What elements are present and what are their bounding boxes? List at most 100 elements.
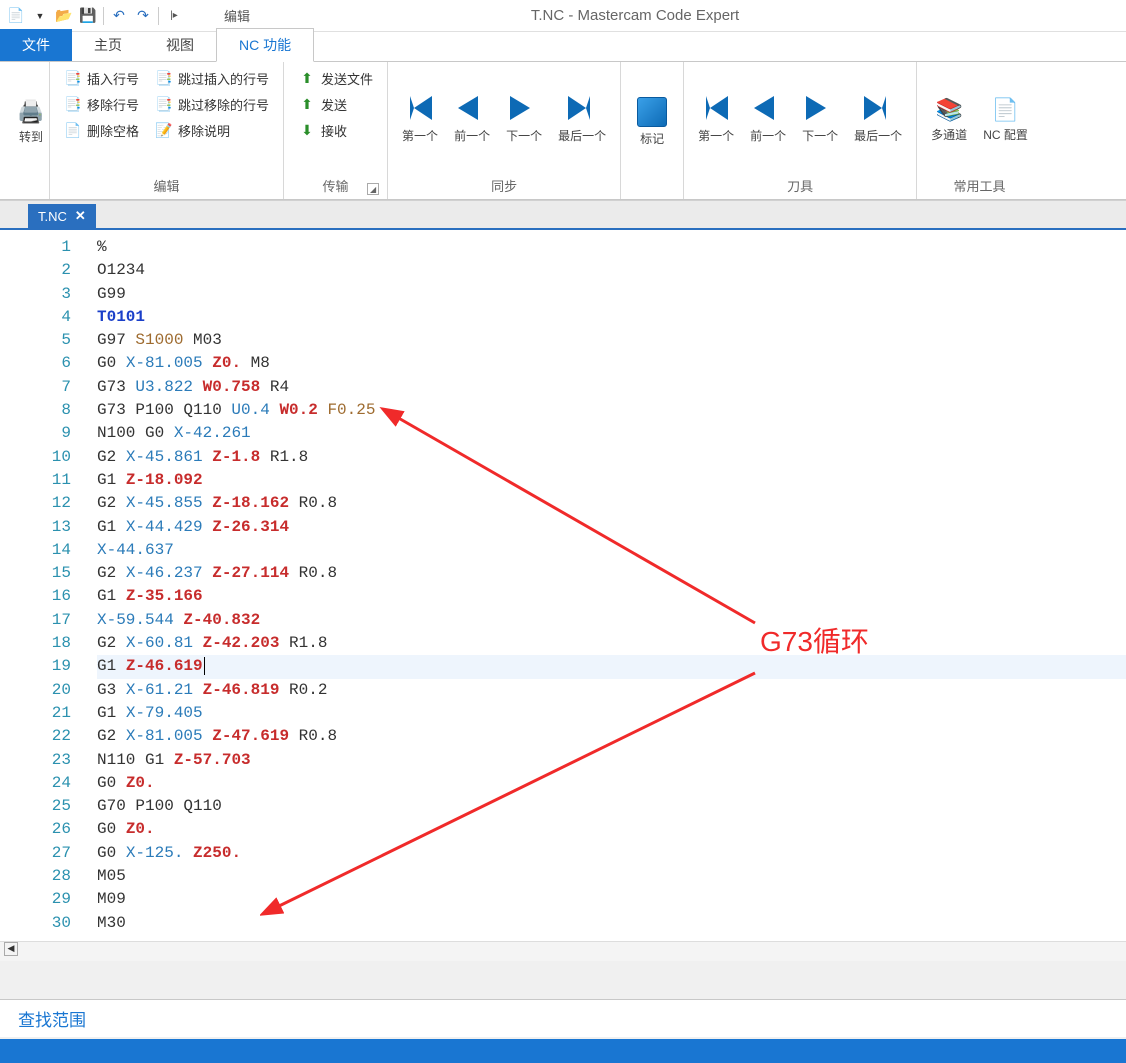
flag-icon bbox=[637, 97, 667, 127]
scroll-left-icon[interactable]: ◀ bbox=[4, 942, 18, 956]
sync-last-button[interactable]: 最后一个 bbox=[552, 66, 612, 174]
first-icon bbox=[406, 96, 434, 124]
code-line[interactable]: N100 G0 X-42.261 bbox=[97, 422, 1126, 445]
mark-button[interactable]: 标记 bbox=[629, 66, 675, 178]
line-number: 30 bbox=[0, 912, 71, 935]
find-panel[interactable]: 查找范围 bbox=[0, 999, 1126, 1037]
remove-description-button[interactable]: 📝移除说明 bbox=[149, 118, 275, 143]
code-line[interactable]: % bbox=[97, 236, 1126, 259]
code-line[interactable]: G2 X-45.861 Z-1.8 R1.8 bbox=[97, 446, 1126, 469]
code-line[interactable]: G1 Z-18.092 bbox=[97, 469, 1126, 492]
code-line[interactable]: G97 S1000 M03 bbox=[97, 329, 1126, 352]
remove-line-number-button[interactable]: 📑移除行号 bbox=[58, 92, 145, 117]
skip-inserted-line-button[interactable]: 📑跳过插入的行号 bbox=[149, 66, 275, 91]
line-number: 13 bbox=[0, 516, 71, 539]
code-line[interactable]: G73 U3.822 W0.758 R4 bbox=[97, 376, 1126, 399]
ribbon-group-mark: 标记 bbox=[621, 62, 684, 199]
quick-access-toolbar: 📄 ▼ 📂 💾 ↶ ↷ |▸ 编辑 T.NC - Mastercam Code … bbox=[0, 0, 1126, 32]
group-label-edit: 编辑 bbox=[58, 174, 275, 197]
code-line[interactable]: G1 X-79.405 bbox=[97, 702, 1126, 725]
line-number: 27 bbox=[0, 842, 71, 865]
code-line[interactable]: N110 G1 Z-57.703 bbox=[97, 749, 1126, 772]
sync-first-button[interactable]: 第一个 bbox=[396, 66, 444, 174]
dialog-launcher-icon[interactable]: ◢ bbox=[367, 183, 379, 195]
tool-next-button[interactable]: 下一个 bbox=[796, 66, 844, 174]
run-icon[interactable]: |▸ bbox=[162, 4, 186, 28]
context-tab-edit[interactable]: 编辑 bbox=[206, 0, 268, 32]
undo-icon[interactable]: ↶ bbox=[107, 4, 131, 28]
send-file-button[interactable]: ⬆发送文件 bbox=[292, 66, 379, 91]
tab-view[interactable]: 视图 bbox=[144, 29, 216, 61]
code-line[interactable]: G1 Z-35.166 bbox=[97, 585, 1126, 608]
line-number: 21 bbox=[0, 702, 71, 725]
ribbon-group-edit: 📑插入行号 📑移除行号 📄删除空格 📑跳过插入的行号 📑跳过移除的行号 📝移除说… bbox=[50, 62, 284, 199]
code-line[interactable]: X-59.544 Z-40.832 bbox=[97, 609, 1126, 632]
code-line[interactable]: G3 X-61.21 Z-46.819 R0.2 bbox=[97, 679, 1126, 702]
delete-spaces-button[interactable]: 📄删除空格 bbox=[58, 118, 145, 143]
document-tab[interactable]: T.NC ✕ bbox=[28, 204, 96, 228]
line-number: 10 bbox=[0, 446, 71, 469]
line-number-gutter: 1234567891011121314151617181920212223242… bbox=[0, 230, 85, 941]
list-icon: 📑 bbox=[64, 96, 82, 113]
code-line[interactable]: M05 bbox=[97, 865, 1126, 888]
qat-dropdown-icon[interactable]: ▼ bbox=[28, 4, 52, 28]
receive-button[interactable]: ⬇接收 bbox=[292, 118, 379, 143]
nc-config-button[interactable]: 📄NC 配置 bbox=[977, 66, 1034, 174]
line-number: 5 bbox=[0, 329, 71, 352]
code-line[interactable]: G1 X-44.429 Z-26.314 bbox=[97, 516, 1126, 539]
line-number: 18 bbox=[0, 632, 71, 655]
close-icon[interactable]: ✕ bbox=[75, 208, 86, 224]
line-number: 8 bbox=[0, 399, 71, 422]
next-icon bbox=[806, 96, 834, 124]
prev-icon bbox=[754, 96, 782, 124]
code-line[interactable]: M30 bbox=[97, 912, 1126, 935]
code-line[interactable]: G0 X-81.005 Z0. M8 bbox=[97, 352, 1126, 375]
insert-line-number-button[interactable]: 📑插入行号 bbox=[58, 66, 145, 91]
line-number: 2 bbox=[0, 259, 71, 282]
line-number: 23 bbox=[0, 749, 71, 772]
sync-prev-button[interactable]: 前一个 bbox=[448, 66, 496, 174]
arrow-up-icon: ⬆ bbox=[298, 96, 316, 113]
tab-nc-functions[interactable]: NC 功能 bbox=[216, 28, 314, 62]
tool-last-button[interactable]: 最后一个 bbox=[848, 66, 908, 174]
tool-first-button[interactable]: 第一个 bbox=[692, 66, 740, 174]
ribbon: 🖨️转到 📑插入行号 📑移除行号 📄删除空格 📑跳过插入的行号 📑跳过移除的行号… bbox=[0, 62, 1126, 200]
code-line[interactable]: X-44.637 bbox=[97, 539, 1126, 562]
code-line[interactable]: G73 P100 Q110 U0.4 W0.2 F0.25 bbox=[97, 399, 1126, 422]
code-line[interactable]: G0 Z0. bbox=[97, 818, 1126, 841]
skip-icon: 📑 bbox=[155, 70, 173, 87]
code-line[interactable]: G0 Z0. bbox=[97, 772, 1126, 795]
code-editor[interactable]: 1234567891011121314151617181920212223242… bbox=[0, 228, 1126, 941]
code-line[interactable]: G99 bbox=[97, 283, 1126, 306]
next-icon bbox=[510, 96, 538, 124]
code-line[interactable]: G2 X-45.855 Z-18.162 R0.8 bbox=[97, 492, 1126, 515]
tool-prev-button[interactable]: 前一个 bbox=[744, 66, 792, 174]
skip-removed-line-button[interactable]: 📑跳过移除的行号 bbox=[149, 92, 275, 117]
code-line[interactable]: G0 X-125. Z250. bbox=[97, 842, 1126, 865]
goto-button[interactable]: 🖨️转到 bbox=[8, 66, 54, 178]
skip-icon: 📑 bbox=[155, 96, 173, 113]
group-label-transfer: 传输◢ bbox=[292, 174, 379, 197]
code-line[interactable]: G70 P100 Q110 bbox=[97, 795, 1126, 818]
code-content[interactable]: %O1234G99T0101G97 S1000 M03G0 X-81.005 Z… bbox=[85, 230, 1126, 941]
code-line[interactable]: M09 bbox=[97, 888, 1126, 911]
open-file-icon[interactable]: 📂 bbox=[52, 4, 76, 28]
tab-file[interactable]: 文件 bbox=[0, 29, 72, 61]
redo-icon[interactable]: ↷ bbox=[131, 4, 155, 28]
ribbon-group-goto: 🖨️转到 bbox=[0, 62, 50, 199]
code-line[interactable]: G2 X-60.81 Z-42.203 R1.8 bbox=[97, 632, 1126, 655]
sync-next-button[interactable]: 下一个 bbox=[500, 66, 548, 174]
send-button[interactable]: ⬆发送 bbox=[292, 92, 379, 117]
code-line[interactable]: T0101 bbox=[97, 306, 1126, 329]
book-icon: 📚 bbox=[935, 97, 962, 123]
new-file-icon[interactable]: 📄 bbox=[4, 4, 28, 28]
tab-home[interactable]: 主页 bbox=[72, 29, 144, 61]
code-line[interactable]: G2 X-81.005 Z-47.619 R0.8 bbox=[97, 725, 1126, 748]
multichannel-button[interactable]: 📚多通道 bbox=[925, 66, 973, 174]
code-line[interactable]: O1234 bbox=[97, 259, 1126, 282]
code-line[interactable]: G1 Z-46.619 bbox=[97, 655, 1126, 678]
line-number: 14 bbox=[0, 539, 71, 562]
save-icon[interactable]: 💾 bbox=[76, 4, 100, 28]
code-line[interactable]: G2 X-46.237 Z-27.114 R0.8 bbox=[97, 562, 1126, 585]
line-number: 7 bbox=[0, 376, 71, 399]
